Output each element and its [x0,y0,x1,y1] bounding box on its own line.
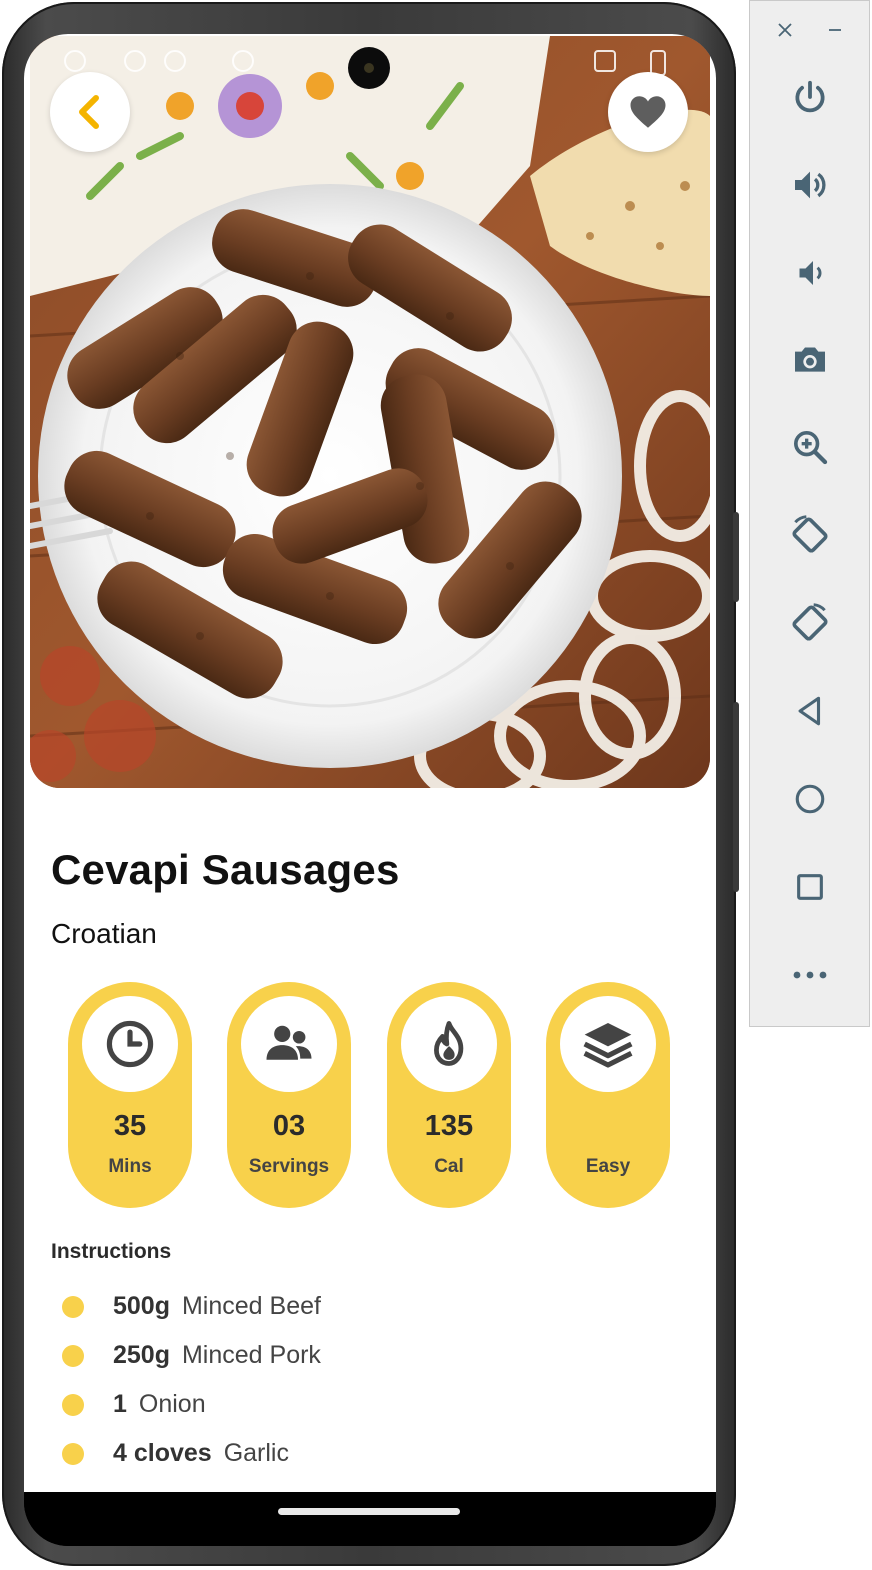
back-nav-button[interactable] [750,681,869,741]
wifi-icon [594,50,616,72]
home-indicator[interactable] [278,1508,460,1515]
home-nav-button[interactable] [750,769,869,829]
notification-icon [124,50,146,72]
stat-calories: 135 Cal [387,982,511,1208]
ingredient-quantity: 250g [113,1341,170,1369]
bullet-dot [62,1345,84,1367]
favorite-button[interactable] [608,72,688,152]
bullet-dot [62,1296,84,1318]
ingredient-name: Garlic [223,1439,289,1467]
close-icon [778,23,792,37]
recipe-hero-image [30,36,710,788]
ingredient-name: Onion [138,1390,206,1418]
ingredient-quantity: 500g [113,1292,170,1320]
stat-icon-circle [560,996,656,1092]
notification-icon [164,50,186,72]
back-triangle-icon [798,696,820,726]
recipe-detail-screen: Cevapi Sausages Croatian 35 Mins 03 Serv… [24,34,716,1492]
volume-key [733,702,739,892]
minimize-icon [829,29,841,31]
volume-down-button[interactable] [750,243,869,303]
stat-icon-circle [241,996,337,1092]
status-bar [24,34,716,98]
rotate-left-icon [791,515,828,553]
zoom-icon [793,431,827,465]
ingredient-name: Minced Beef [181,1292,321,1320]
rotate-right-button[interactable] [750,593,869,653]
more-icon [793,971,826,979]
notification-icon [64,50,86,72]
list-item: 4 cloves Garlic [62,1439,662,1488]
zoom-button[interactable] [750,417,869,477]
minimize-button[interactable] [820,15,850,45]
phone-frame: Cevapi Sausages Croatian 35 Mins 03 Serv… [2,2,739,1566]
phone-screen: Cevapi Sausages Croatian 35 Mins 03 Serv… [24,34,716,1546]
power-key [733,512,739,602]
stat-label: Easy [585,1156,631,1177]
volume-up-icon [794,171,825,199]
rotate-left-button[interactable] [750,505,869,565]
bullet-dot [62,1394,84,1416]
ingredient-list: 500g Minced Beef 250g Minced Pork 1 Onio… [62,1292,662,1492]
list-item: 500g Minced Beef [62,1292,662,1341]
stat-value: 35 [113,1110,147,1142]
layers-icon [583,1023,633,1068]
heart-icon [630,96,666,128]
instructions-heading: Instructions [51,1240,172,1263]
stat-time: 35 Mins [68,982,192,1208]
stat-label: Cal [434,1156,464,1177]
volume-down-icon [799,261,821,285]
power-button[interactable] [750,67,869,127]
notification-icon [232,50,254,72]
rotate-right-icon [791,603,828,641]
home-circle-icon [795,784,824,814]
emulator-toolbar [749,0,870,1027]
more-button[interactable] [750,945,869,1005]
ingredient-quantity: 1 [113,1390,127,1418]
overview-nav-button[interactable] [750,857,869,917]
screenshot-button[interactable] [750,330,869,390]
clock-icon [106,1020,154,1068]
camera-icon [794,347,825,372]
list-item: 250g Minced Pork [62,1341,662,1390]
stat-icon-circle [401,996,497,1092]
recipe-stats: 35 Mins 03 Servings 135 Cal Easy [68,982,672,1208]
recipe-title: Cevapi Sausages [51,846,400,893]
bullet-dot [62,1443,84,1465]
stat-value: 03 [272,1110,306,1142]
fire-icon [434,1021,464,1066]
stat-label: Servings [248,1156,330,1177]
gesture-nav-bar [24,1492,716,1546]
ingredient-quantity: 4 cloves [113,1439,212,1467]
stat-label: Mins [108,1156,152,1177]
overview-square-icon [796,874,823,900]
people-icon [266,1025,312,1060]
back-button[interactable] [50,72,130,152]
stat-value: 135 [424,1110,474,1142]
volume-up-button[interactable] [750,155,869,215]
stat-servings: 03 Servings [227,982,351,1208]
power-icon [794,80,825,113]
stat-difficulty: Easy [546,982,670,1208]
food-photo [30,36,710,788]
close-button[interactable] [770,15,800,45]
stat-icon-circle [82,996,178,1092]
ingredient-name: Minced Pork [181,1341,321,1369]
recipe-cuisine: Croatian [51,918,157,949]
front-camera [348,47,390,89]
list-item: 1 Onion [62,1390,662,1439]
chevron-left-icon [79,95,99,129]
